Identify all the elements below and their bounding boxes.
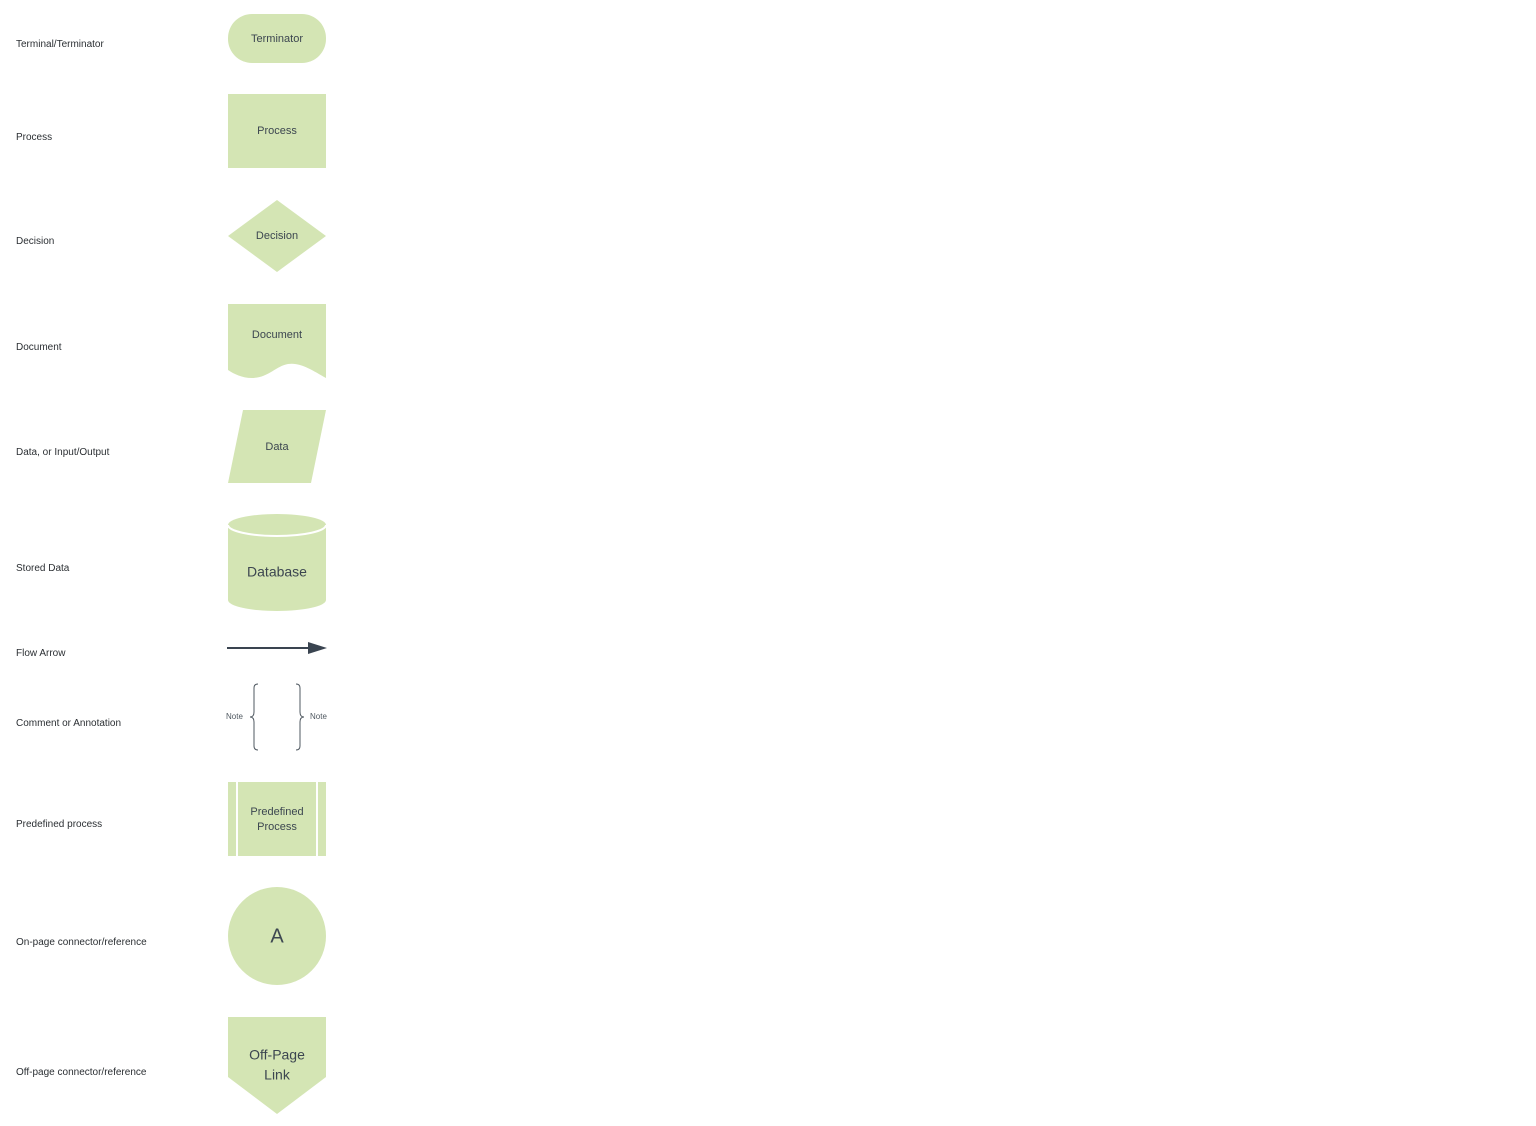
label-annotation: Comment or Annotation bbox=[16, 718, 121, 729]
annotation-right-brace bbox=[295, 683, 305, 751]
flow-arrow-head bbox=[308, 642, 327, 654]
label-terminator: Terminal/Terminator bbox=[16, 39, 104, 50]
onpage-text: A bbox=[270, 925, 284, 947]
label-stored-data: Stored Data bbox=[16, 563, 70, 574]
process-shape: Process bbox=[228, 94, 326, 168]
label-decision: Decision bbox=[16, 236, 54, 247]
annotation-shape: Note Note bbox=[226, 683, 327, 751]
label-predefined-process: Predefined process bbox=[16, 819, 102, 830]
process-text: Process bbox=[257, 125, 297, 137]
offpage-pentagon bbox=[228, 1017, 326, 1114]
decision-text: Decision bbox=[256, 230, 298, 242]
document-wave-rect bbox=[228, 304, 326, 378]
label-process: Process bbox=[16, 132, 52, 143]
flowchart-symbol-legend: Terminal/Terminator Process Decision Doc… bbox=[16, 14, 327, 1114]
annotation-left-note: Note bbox=[226, 712, 243, 721]
terminator-shape: Terminator bbox=[228, 14, 326, 63]
predefined-text-line1: Predefined bbox=[250, 806, 303, 818]
label-offpage-connector: Off-page connector/reference bbox=[16, 1067, 147, 1078]
label-document: Document bbox=[16, 342, 62, 353]
offpage-text-line2: Link bbox=[264, 1067, 291, 1083]
predefined-rect bbox=[228, 782, 326, 856]
label-onpage-connector: On-page connector/reference bbox=[16, 937, 147, 948]
annotation-right-note: Note bbox=[310, 712, 327, 721]
database-text: Database bbox=[247, 564, 307, 580]
annotation-left-brace bbox=[249, 683, 259, 751]
database-shape: Database bbox=[227, 514, 327, 611]
document-text: Document bbox=[252, 329, 302, 341]
data-text: Data bbox=[265, 441, 289, 453]
predefined-text-line2: Process bbox=[257, 821, 297, 833]
decision-shape: Decision bbox=[228, 200, 326, 272]
row-labels: Terminal/Terminator Process Decision Doc… bbox=[16, 39, 147, 1078]
document-shape: Document bbox=[228, 304, 326, 378]
predefined-process-shape: Predefined Process bbox=[228, 782, 326, 856]
offpage-connector-shape: Off-Page Link bbox=[228, 1017, 326, 1114]
label-flow-arrow: Flow Arrow bbox=[16, 648, 66, 659]
data-io-shape: Data bbox=[228, 410, 326, 483]
terminator-text: Terminator bbox=[251, 33, 303, 45]
flow-arrow bbox=[227, 642, 327, 654]
onpage-connector-shape: A bbox=[228, 887, 326, 985]
offpage-text-line1: Off-Page bbox=[249, 1047, 305, 1063]
label-data-io: Data, or Input/Output bbox=[16, 447, 110, 458]
